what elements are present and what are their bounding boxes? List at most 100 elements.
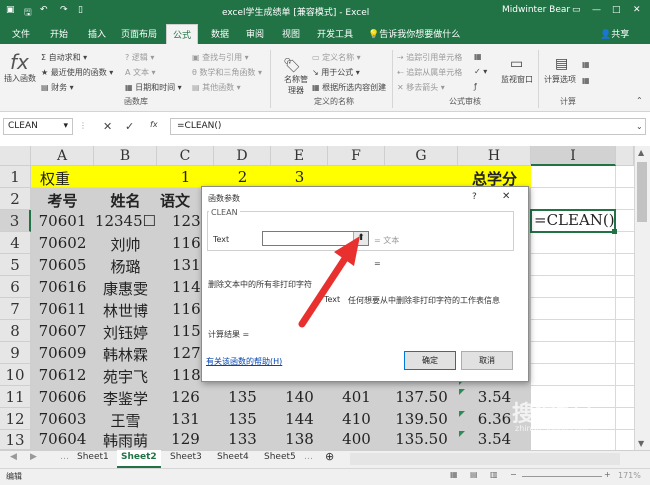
cell-b13[interactable]: 韩雨萌 [94, 430, 157, 451]
cell-a9[interactable]: 70609 [31, 344, 94, 362]
watch-window-button[interactable]: 监视窗口 [501, 74, 533, 85]
recent-functions-button[interactable]: ★ 最近使用的函数 ▾ [41, 67, 113, 78]
collapse-ribbon-icon[interactable]: ⌃ [636, 96, 643, 105]
more-sheets-icon[interactable]: … [304, 452, 313, 462]
cell-b2[interactable]: 姓名 [94, 190, 157, 211]
chevron-down-icon[interactable]: ▾ [63, 121, 68, 131]
scroll-up-icon[interactable]: ▲ [638, 148, 644, 157]
cell-g11[interactable]: 137.50 [385, 388, 458, 406]
cell-a7[interactable]: 70611 [31, 300, 94, 318]
sheet-tab-2-active[interactable]: Sheet2 [117, 450, 161, 468]
cell-a6[interactable]: 70616 [31, 278, 94, 296]
create-from-selection-button[interactable]: ▦ 根据所选内容创建 [312, 82, 386, 93]
tab-developer[interactable]: 开发工具 [317, 27, 353, 40]
cell-d13[interactable]: 133 [214, 430, 271, 448]
cell-b3[interactable]: 12345☐ [94, 212, 157, 230]
cell-c1[interactable]: 1 [157, 168, 214, 186]
share-button[interactable]: 👤共享 [600, 27, 629, 40]
sheet-tab-5[interactable]: Sheet5 [264, 452, 296, 462]
name-box[interactable]: CLEAN ▾ [3, 118, 73, 135]
maximize-icon[interactable]: □ [612, 5, 621, 15]
cell-c3[interactable]: 123 [172, 212, 201, 230]
prev-sheet-icon[interactable]: ◀ [10, 452, 17, 462]
cell-a12[interactable]: 70603 [31, 410, 94, 428]
lookup-button[interactable]: ▣ 查找与引用 ▾ [192, 52, 249, 63]
logical-button[interactable]: ? 逻辑 ▾ [125, 52, 154, 63]
datetime-button[interactable]: ▦ 日期和时间 ▾ [125, 82, 182, 93]
cell-c5[interactable]: 131 [172, 256, 201, 274]
more-functions-button[interactable]: ▤ 其他函数 ▾ [192, 82, 241, 93]
zoom-level[interactable]: 171% [618, 471, 641, 480]
column-header-c[interactable]: C [157, 146, 214, 166]
tab-home[interactable]: 开始 [50, 27, 68, 40]
scrollbar-thumb[interactable] [637, 162, 647, 222]
minimize-icon[interactable]: — [592, 5, 601, 15]
cell-c13[interactable]: 129 [157, 430, 214, 448]
cell-f13[interactable]: 400 [328, 430, 385, 448]
row-header-2[interactable]: 2 [0, 188, 31, 210]
remove-arrows-button[interactable]: ✕ 移去箭头 ▾ [397, 82, 445, 93]
cell-a11[interactable]: 70606 [31, 388, 94, 406]
row-header-9[interactable]: 9 [0, 342, 31, 364]
more-sheets-icon[interactable]: … [60, 452, 69, 462]
name-manager-button[interactable]: 名称管理器 [282, 74, 310, 96]
ok-button[interactable]: 确定 [404, 351, 456, 370]
cell-c11[interactable]: 126 [157, 388, 214, 406]
insert-function-button[interactable]: 插入函数 [4, 73, 36, 84]
expand-formula-icon[interactable]: ⌄ [636, 122, 643, 131]
column-header-d[interactable]: D [214, 146, 271, 166]
cell-b4[interactable]: 刘帅 [94, 234, 157, 255]
tab-page-layout[interactable]: 页面布局 [121, 27, 157, 40]
zoom-slider[interactable] [522, 476, 602, 477]
help-button[interactable]: ? [472, 192, 477, 202]
sheet-tab-4[interactable]: Sheet4 [217, 452, 249, 462]
cell-a10[interactable]: 70612 [31, 366, 94, 384]
cell-e12[interactable]: 144 [271, 410, 328, 428]
close-icon[interactable]: ✕ [633, 5, 641, 15]
tell-me-box[interactable]: 💡告诉我你想要做什么 [368, 27, 460, 40]
evaluate-formula-icon[interactable]: ƒ [474, 82, 477, 91]
calc-options-button[interactable]: 计算选项 [544, 74, 576, 85]
cell-d1[interactable]: 2 [214, 168, 271, 186]
row-header-4[interactable]: 4 [0, 232, 31, 254]
cell-b7[interactable]: 林世博 [94, 300, 157, 321]
next-sheet-icon[interactable]: ▶ [30, 452, 37, 462]
cell-i3[interactable]: =CLEAN() [534, 211, 615, 229]
drag-handle-icon[interactable]: ⋮ [79, 121, 87, 130]
cell-b10[interactable]: 苑宇飞 [94, 366, 157, 387]
cell-c2[interactable]: 语文 [160, 190, 190, 211]
cell-a4[interactable]: 70602 [31, 234, 94, 252]
cell-e13[interactable]: 138 [271, 430, 328, 448]
cell-a2[interactable]: 考号 [31, 190, 94, 211]
text-button[interactable]: A 文本 ▾ [125, 67, 156, 78]
financial-button[interactable]: ▤ 财务 ▾ [41, 82, 74, 93]
define-name-button[interactable]: ▭ 定义名称 ▾ [312, 52, 361, 63]
cell-c9[interactable]: 127 [172, 344, 201, 362]
cell-b5[interactable]: 杨璐 [94, 256, 157, 277]
cell-a1[interactable]: 权重 [40, 168, 70, 189]
calc-now-icon[interactable]: ▦ [582, 60, 590, 69]
zoom-in-icon[interactable]: + [604, 470, 611, 479]
cell-b9[interactable]: 韩林霖 [94, 344, 157, 365]
insert-function-icon[interactable]: fx [150, 120, 158, 129]
column-header-f[interactable]: F [328, 146, 385, 166]
cell-d12[interactable]: 135 [214, 410, 271, 428]
use-in-formula-button[interactable]: ↘ 用于公式 ▾ [312, 67, 360, 78]
scroll-down-icon[interactable]: ▼ [638, 439, 644, 448]
save-icon[interactable]: 🖫 [24, 5, 32, 21]
row-header-7[interactable]: 7 [0, 298, 31, 320]
column-header-i[interactable]: I [531, 146, 616, 166]
cancel-button[interactable]: 取消 [461, 351, 513, 370]
select-all-corner[interactable] [0, 146, 31, 166]
cell-c8[interactable]: 115 [172, 322, 201, 340]
column-header-g[interactable]: G [385, 146, 458, 166]
column-header-e[interactable]: E [271, 146, 328, 166]
cell-g12[interactable]: 139.50 [385, 410, 458, 428]
row-header-12[interactable]: 12 [0, 408, 31, 430]
cell-e1[interactable]: 3 [271, 168, 328, 186]
dialog-close-icon[interactable]: ✕ [502, 191, 510, 202]
add-sheet-icon[interactable]: ⊕ [325, 450, 334, 463]
show-formulas-icon[interactable]: ▦ [474, 52, 482, 61]
cell-b6[interactable]: 康惠雯 [94, 278, 157, 299]
cell-c12[interactable]: 131 [157, 410, 214, 428]
